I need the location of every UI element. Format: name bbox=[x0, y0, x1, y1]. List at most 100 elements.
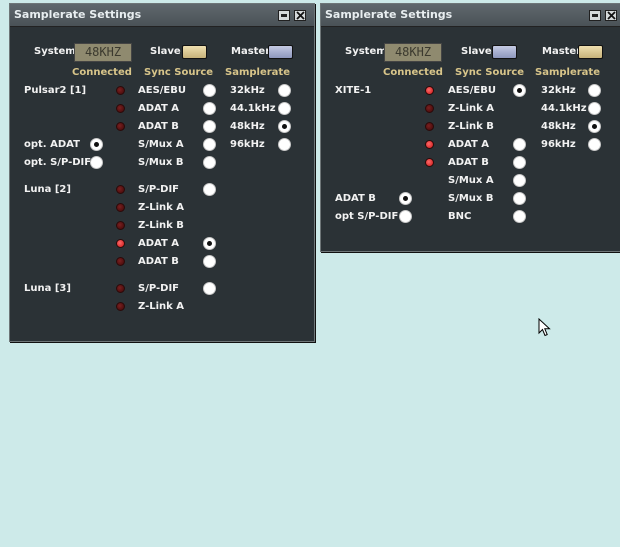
rate-96khz-label: 96kHz bbox=[541, 139, 576, 150]
master-label: Master bbox=[231, 46, 271, 57]
sync-aes-ebu-radio[interactable] bbox=[513, 84, 526, 97]
connected-led bbox=[425, 122, 434, 131]
samplerate-header: Samplerate bbox=[535, 67, 600, 78]
sync-zlink-a-label: Z-Link A bbox=[448, 103, 495, 114]
slave-label: Slave bbox=[461, 46, 492, 57]
close-icon bbox=[607, 11, 616, 20]
rate-48khz-label: 48kHz bbox=[541, 121, 576, 132]
connected-header: Connected bbox=[383, 67, 443, 78]
device-xite-1: XITE-1 bbox=[335, 85, 372, 96]
sync-spdif-radio[interactable] bbox=[203, 282, 216, 295]
connected-led bbox=[116, 122, 125, 131]
samplerate-window-2: Samplerate Settings System 48KHZ Slave M… bbox=[320, 3, 620, 252]
rate-44khz-label: 44.1kHz bbox=[230, 103, 276, 114]
sync-bnc-radio[interactable] bbox=[513, 210, 526, 223]
sync-adat-a-radio[interactable] bbox=[203, 102, 216, 115]
master-button[interactable] bbox=[578, 45, 603, 59]
sync-aes-ebu-radio[interactable] bbox=[203, 84, 216, 97]
sync-smux-b-radio[interactable] bbox=[203, 156, 216, 169]
sync-adat-b-label: ADAT B bbox=[448, 157, 489, 168]
device-luna-2: Luna [2] bbox=[24, 184, 71, 195]
slave-button[interactable] bbox=[182, 45, 207, 59]
minimize-button[interactable] bbox=[278, 10, 290, 21]
connected-led bbox=[116, 239, 125, 248]
sync-adat-a-label: ADAT A bbox=[448, 139, 490, 150]
rate-48khz-radio[interactable] bbox=[278, 120, 291, 133]
sync-zlink-b-label: Z-Link B bbox=[448, 121, 494, 132]
connected-led bbox=[425, 104, 434, 113]
window-title: Samplerate Settings bbox=[14, 8, 142, 21]
sync-aes-ebu-label: AES/EBU bbox=[138, 85, 186, 96]
opt-spdif-label: opt S/P-DIF bbox=[335, 211, 399, 222]
connected-led bbox=[116, 185, 125, 194]
sync-spdif-label: S/P-DIF bbox=[138, 283, 180, 294]
sync-source-header: Sync Source bbox=[455, 67, 525, 78]
sync-adat-b-radio[interactable] bbox=[203, 255, 216, 268]
sync-smux-a-label: S/Mux A bbox=[138, 139, 184, 150]
device-pulsar2: Pulsar2 [1] bbox=[24, 85, 87, 96]
sync-zlink-b-label: Z-Link B bbox=[138, 220, 184, 231]
window-title: Samplerate Settings bbox=[325, 8, 453, 21]
rate-48khz-label: 48kHz bbox=[230, 121, 265, 132]
sync-smux-a-label: S/Mux A bbox=[448, 175, 494, 186]
opt-adat-b-label: ADAT B bbox=[335, 193, 376, 204]
sync-adat-a-radio[interactable] bbox=[203, 237, 216, 250]
rate-32khz-label: 32kHz bbox=[230, 85, 265, 96]
title-bar[interactable]: Samplerate Settings bbox=[321, 4, 620, 27]
sync-source-header: Sync Source bbox=[144, 67, 214, 78]
samplerate-window-1: Samplerate Settings System 48KHZ Slave M… bbox=[9, 3, 315, 342]
opt-spdif-radio[interactable] bbox=[90, 156, 103, 169]
rate-32khz-radio[interactable] bbox=[588, 84, 601, 97]
slave-button[interactable] bbox=[492, 45, 517, 59]
rate-48khz-radio[interactable] bbox=[588, 120, 601, 133]
slave-label: Slave bbox=[150, 46, 181, 57]
rate-44khz-radio[interactable] bbox=[588, 102, 601, 115]
sync-smux-a-radio[interactable] bbox=[203, 138, 216, 151]
close-button[interactable] bbox=[605, 10, 617, 21]
connected-led bbox=[116, 302, 125, 311]
rate-96khz-radio[interactable] bbox=[278, 138, 291, 151]
close-button[interactable] bbox=[294, 10, 306, 21]
sync-smux-b-label: S/Mux B bbox=[448, 193, 494, 204]
connected-led bbox=[116, 221, 125, 230]
rate-96khz-radio[interactable] bbox=[588, 138, 601, 151]
samplerate-header: Samplerate bbox=[225, 67, 290, 78]
connected-led bbox=[116, 284, 125, 293]
sync-adat-a-label: ADAT A bbox=[138, 103, 180, 114]
rate-32khz-radio[interactable] bbox=[278, 84, 291, 97]
title-bar[interactable]: Samplerate Settings bbox=[10, 4, 314, 27]
sync-spdif-radio[interactable] bbox=[203, 183, 216, 196]
sync-adat-b-radio[interactable] bbox=[203, 120, 216, 133]
connected-led bbox=[116, 104, 125, 113]
sync-adat-a-radio[interactable] bbox=[513, 138, 526, 151]
opt-adat-b-radio[interactable] bbox=[399, 192, 412, 205]
system-label: System bbox=[34, 46, 76, 57]
system-samplerate-display: 48KHZ bbox=[384, 43, 442, 62]
connected-led bbox=[425, 86, 434, 95]
system-samplerate-display: 48KHZ bbox=[74, 43, 132, 62]
sync-adat-a-label: ADAT A bbox=[138, 238, 180, 249]
sync-aes-ebu-label: AES/EBU bbox=[448, 85, 496, 96]
connected-header: Connected bbox=[72, 67, 132, 78]
sync-adat-b-label: ADAT B bbox=[138, 256, 179, 267]
sync-zlink-a-label: Z-Link A bbox=[138, 202, 185, 213]
sync-adat-b-radio[interactable] bbox=[513, 156, 526, 169]
connected-led bbox=[116, 257, 125, 266]
sync-smux-b-label: S/Mux B bbox=[138, 157, 184, 168]
connected-led bbox=[425, 140, 434, 149]
opt-spdif-radio[interactable] bbox=[399, 210, 412, 223]
minimize-button[interactable] bbox=[589, 10, 601, 21]
device-luna-3: Luna [3] bbox=[24, 283, 71, 294]
opt-adat-radio[interactable] bbox=[90, 138, 103, 151]
sync-smux-a-radio[interactable] bbox=[513, 174, 526, 187]
rate-44khz-radio[interactable] bbox=[278, 102, 291, 115]
connected-led bbox=[425, 158, 434, 167]
master-button[interactable] bbox=[268, 45, 293, 59]
master-label: Master bbox=[542, 46, 582, 57]
opt-adat-label: opt. ADAT bbox=[24, 139, 80, 150]
rate-32khz-label: 32kHz bbox=[541, 85, 576, 96]
rate-96khz-label: 96kHz bbox=[230, 139, 265, 150]
sync-smux-b-radio[interactable] bbox=[513, 192, 526, 205]
sync-spdif-label: S/P-DIF bbox=[138, 184, 180, 195]
connected-led bbox=[116, 86, 125, 95]
